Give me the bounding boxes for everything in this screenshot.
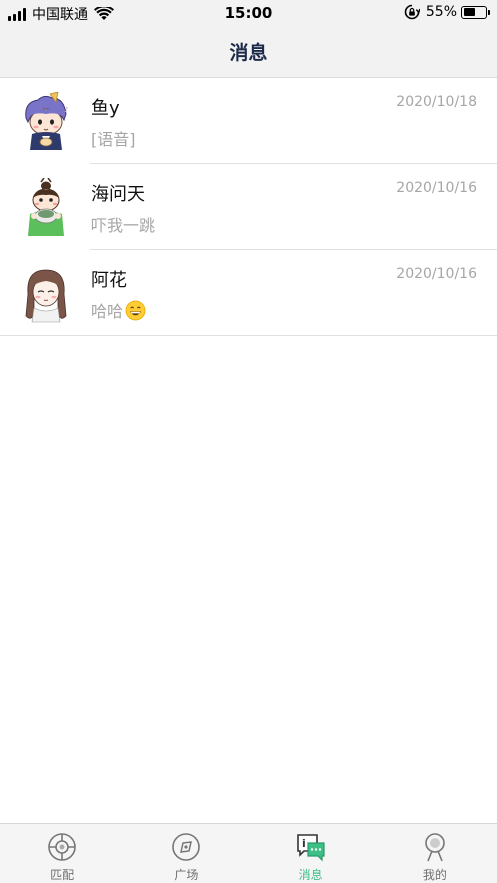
tab-label: 广场: [174, 868, 199, 882]
grinning-face-icon: [125, 300, 146, 320]
tab-label: 消息: [298, 868, 323, 882]
conversation-name: 阿花: [91, 270, 127, 291]
conversation-item[interactable]: 海问天 2020/10/16 吓我一跳: [0, 164, 497, 250]
profile-person-icon: [425, 833, 445, 862]
svg-text:♪: ♪: [64, 106, 68, 114]
status-right: 55%: [404, 4, 490, 20]
preview-text: [语音]: [91, 130, 136, 149]
tab-match[interactable]: 匹配: [0, 824, 124, 883]
conversation-preview: [语音]: [91, 126, 136, 150]
tab-me[interactable]: 我的: [373, 824, 497, 883]
preview-text: 吓我一跳: [91, 216, 156, 235]
conversation-date: 2020/10/16: [396, 266, 477, 282]
battery-fill: [463, 8, 476, 16]
match-target-icon: [48, 833, 76, 861]
conversation-item[interactable]: ♪ 鱼y 2020/10/18 [语音]: [0, 78, 497, 164]
nav-header: 消息: [0, 26, 497, 78]
conversation-name: 鱼y: [91, 98, 120, 119]
page-title: 消息: [229, 42, 268, 64]
conversation-name: 海问天: [91, 184, 145, 205]
battery-percentage: 55%: [425, 4, 457, 20]
tab-bar: 匹配 广场 i 消息 我的: [0, 823, 497, 883]
battery-icon: [461, 5, 490, 19]
bun-hair-girl-avatar: [28, 178, 64, 236]
conversation-date: 2020/10/16: [396, 180, 477, 196]
tab-messages[interactable]: i 消息: [249, 824, 373, 883]
conversation-list: ♪ 鱼y 2020/10/18 [语音] 海问天 2020/10/16 吓我一跳…: [0, 78, 497, 336]
tab-label: 我的: [422, 868, 447, 882]
conversation-preview: 吓我一跳: [91, 212, 155, 236]
purple-hair-boy-avatar: ♪: [25, 92, 68, 150]
chat-bubble-icon: i: [296, 834, 325, 862]
preview-text: 哈哈: [91, 302, 124, 321]
svg-text:i: i: [302, 837, 306, 850]
conversation-date: 2020/10/18: [396, 94, 477, 110]
divider: [0, 335, 497, 336]
status-bar: 中国联通 15:00 55%: [0, 0, 497, 26]
tab-label: 匹配: [50, 868, 75, 882]
compass-icon: [172, 833, 201, 861]
conversation-preview: 哈哈: [91, 298, 146, 322]
rotation-lock-icon: [404, 4, 420, 20]
long-hair-girl-avatar: [25, 269, 67, 323]
tab-square[interactable]: 广场: [124, 824, 248, 883]
conversation-item[interactable]: 阿花 2020/10/16 哈哈: [0, 250, 497, 336]
